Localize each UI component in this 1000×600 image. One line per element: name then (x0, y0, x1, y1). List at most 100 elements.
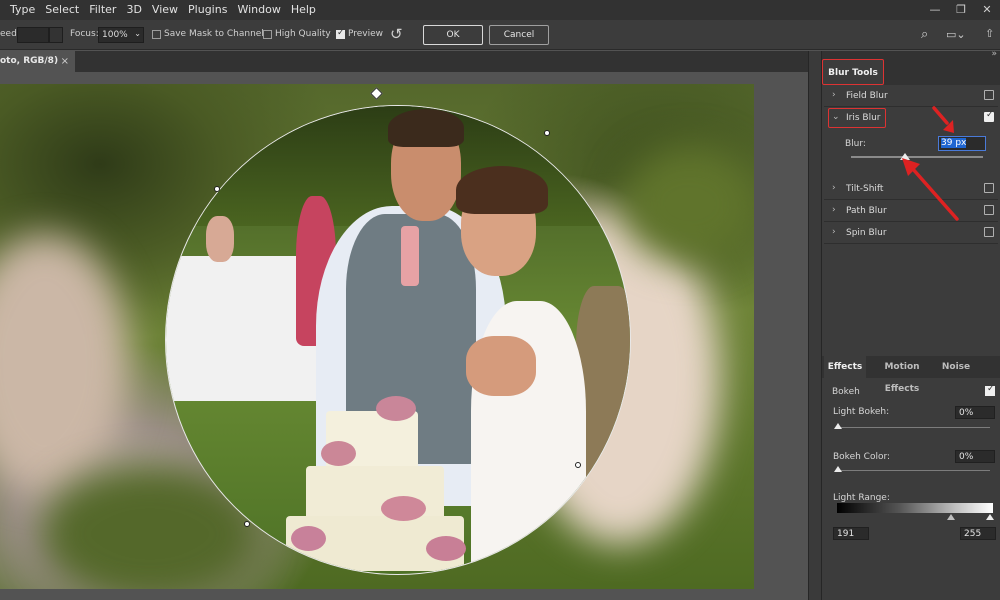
cake-flower (321, 441, 356, 466)
chevron-right-icon[interactable]: › (832, 90, 836, 100)
menu-select[interactable]: Select (40, 0, 84, 20)
cake-flower (291, 526, 326, 551)
search-icon[interactable]: ⌕ (921, 27, 928, 42)
blur-row-path[interactable]: › Path Blur (824, 200, 998, 222)
bokeh-checkbox[interactable] (985, 384, 995, 396)
blur-row-label: Path Blur (846, 206, 887, 216)
light-range-high-thumb[interactable] (986, 514, 994, 520)
blur-amount-slider[interactable] (851, 156, 983, 158)
blur-amount-value: 39 px (941, 138, 967, 148)
iris-feather-handle[interactable] (214, 186, 220, 192)
document-tab-label: oto, RGB/8) (0, 56, 59, 66)
blur-row-field[interactable]: › Field Blur (824, 85, 998, 107)
groom-tie (401, 226, 419, 286)
light-range-gradient[interactable] (837, 503, 993, 513)
bride-arm (466, 336, 536, 396)
light-bokeh-thumb[interactable] (834, 423, 842, 429)
blur-amount-label: Blur: (845, 139, 866, 149)
bokeh-label: Bokeh (832, 387, 860, 397)
menu-type[interactable]: Type (0, 0, 40, 20)
panel-collapse-icon[interactable]: » (991, 49, 997, 59)
spin-blur-checkbox[interactable] (984, 227, 994, 237)
window-controls: — ❐ ✕ (922, 0, 1000, 20)
blur-tools-header: Blur Tools » (822, 49, 1000, 85)
blur-row-spin[interactable]: › Spin Blur (824, 222, 998, 244)
tab-motion-effects[interactable]: Motion Effects (868, 356, 936, 394)
bokeh-color-slider[interactable] (838, 470, 990, 471)
iris-feather-handle[interactable] (575, 462, 581, 468)
high-quality-label: High Quality (275, 29, 331, 39)
bride-hair (456, 166, 548, 214)
blur-amount-thumb[interactable] (900, 153, 910, 160)
iris-feather-handle[interactable] (244, 521, 250, 527)
options-bar: eed: Focus: 100% ⌄ Save Mask to Channels… (0, 20, 1000, 50)
close-tab-icon[interactable]: × (61, 51, 69, 72)
blur-tools-tab[interactable]: Blur Tools (822, 59, 884, 85)
menu-bar: Type Select Filter 3D View Plugins Windo… (0, 0, 1000, 20)
iris-blur-highlight (828, 108, 886, 128)
chevron-right-icon[interactable]: › (832, 183, 836, 193)
bokeh-color-label: Bokeh Color: (833, 452, 891, 462)
light-range-high-field[interactable]: 255 (960, 527, 996, 540)
preview-label: Preview (348, 29, 384, 39)
menu-plugins[interactable]: Plugins (183, 0, 232, 20)
workspace-icon[interactable]: ▭⌄ (946, 28, 966, 41)
menu-3d[interactable]: 3D (121, 0, 146, 20)
high-quality-checkbox[interactable] (263, 30, 272, 39)
share-icon[interactable]: ⇧ (985, 27, 994, 40)
chevron-right-icon[interactable]: › (832, 205, 836, 215)
seated-guest (206, 216, 234, 262)
path-blur-checkbox[interactable] (984, 205, 994, 215)
menu-help[interactable]: Help (286, 0, 321, 20)
collapsed-panel-strip[interactable] (808, 51, 822, 600)
iris-blur-checkbox[interactable] (984, 110, 994, 122)
effects-tab-strip: Effects Motion Effects Noise (822, 356, 1000, 394)
iris-focus-area[interactable] (165, 105, 631, 575)
light-range-low-field[interactable]: 191 (833, 527, 869, 540)
blur-tools-panel: Blur Tools » › Field Blur ⌄ Iris Blur › … (822, 49, 1000, 600)
chevron-down-icon[interactable]: ⌄ (134, 29, 141, 38)
blurred-photo[interactable] (0, 84, 754, 589)
focus-field[interactable]: 100% ⌄ (98, 27, 144, 43)
light-range-low-thumb[interactable] (947, 514, 955, 520)
blur-row-label: Tilt-Shift (846, 184, 884, 194)
preview-checkbox[interactable] (336, 28, 345, 39)
tab-noise[interactable]: Noise (938, 356, 974, 378)
bokeh-color-field[interactable]: 0% (955, 450, 995, 463)
cancel-button[interactable]: Cancel (489, 25, 549, 45)
blur-row-label: Field Blur (846, 91, 888, 101)
minimize-icon[interactable]: — (922, 0, 948, 20)
field-blur-checkbox[interactable] (984, 90, 994, 100)
tab-effects[interactable]: Effects (824, 356, 866, 378)
blurred-guest-shape (0, 234, 130, 494)
cake-flower (381, 496, 426, 521)
close-icon[interactable]: ✕ (974, 0, 1000, 20)
ok-button[interactable]: OK (423, 25, 483, 45)
bokeh-color-thumb[interactable] (834, 466, 842, 472)
blur-amount-field[interactable]: 39 px (938, 136, 986, 151)
restore-icon[interactable]: ❐ (948, 0, 974, 20)
menu-filter[interactable]: Filter (84, 0, 121, 20)
save-mask-label: Save Mask to Channels (164, 29, 269, 39)
blurred-foliage-shape (620, 144, 754, 264)
light-bokeh-field[interactable]: 0% (955, 406, 995, 419)
menu-items: Type Select Filter 3D View Plugins Windo… (0, 0, 321, 20)
menu-window[interactable]: Window (232, 0, 285, 20)
chevron-right-icon[interactable]: › (832, 227, 836, 237)
reset-icon[interactable]: ↺ (390, 25, 403, 43)
iris-feather-handle[interactable] (544, 130, 550, 136)
tilt-shift-checkbox[interactable] (984, 183, 994, 193)
document-tab[interactable]: oto, RGB/8) × (0, 51, 75, 72)
light-bokeh-slider[interactable] (838, 427, 990, 428)
focus-label: Focus: (70, 29, 99, 39)
speed-stepper[interactable] (49, 27, 63, 43)
canvas-area[interactable] (0, 72, 808, 600)
blur-row-label: Spin Blur (846, 228, 887, 238)
blur-row-tilt-shift[interactable]: › Tilt-Shift (824, 178, 998, 200)
cake-flower (376, 396, 416, 421)
groom-hair (388, 109, 464, 147)
save-mask-checkbox[interactable] (152, 30, 161, 39)
menu-view[interactable]: View (147, 0, 183, 20)
speed-field[interactable] (17, 27, 49, 43)
focus-value: 100% (102, 30, 128, 40)
